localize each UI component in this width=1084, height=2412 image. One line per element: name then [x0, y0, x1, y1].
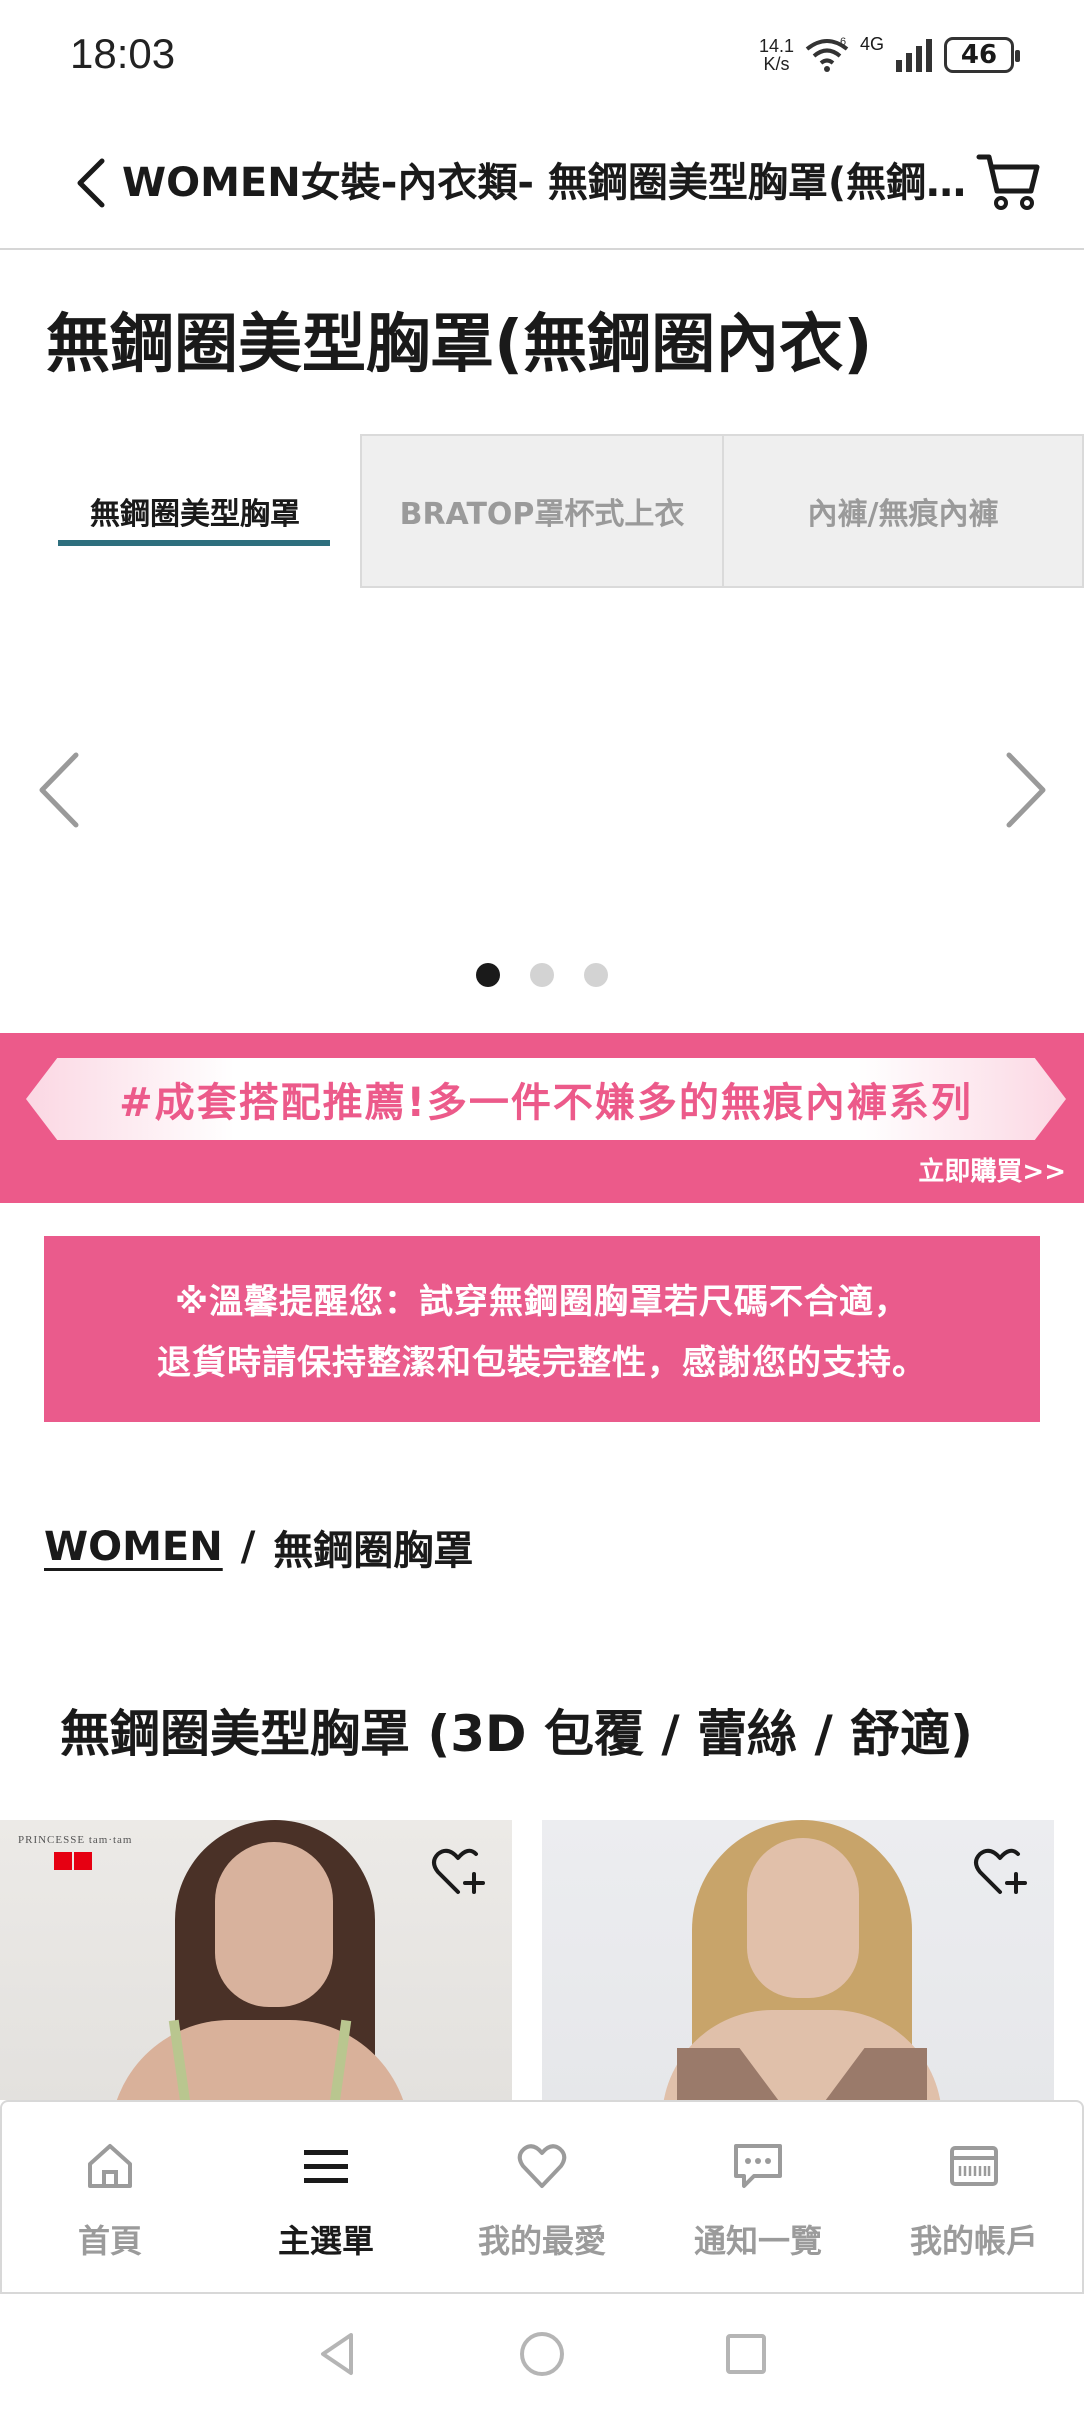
carousel-pagination	[0, 963, 1084, 987]
nav-account[interactable]: 我的帳戶	[866, 2102, 1082, 2292]
chevron-right-icon[interactable]	[995, 745, 1055, 835]
brand-logo: PRINCESSE tam·tam	[18, 1834, 138, 1882]
back-icon[interactable]	[64, 153, 120, 213]
network-speed-value: 14.1	[758, 36, 794, 56]
nav-label: 我的帳戶	[909, 2222, 1038, 2260]
tab-label: 內褲/無痕內褲	[807, 497, 999, 532]
status-bar: 18:03 14.1 K/s 6 4G 46	[0, 0, 1084, 115]
model-face	[747, 1838, 859, 1998]
promo-text: #成套搭配推薦!多一件不嫌多的無痕內褲系列	[119, 1080, 973, 1126]
nav-home[interactable]: 首頁	[2, 2102, 218, 2292]
section-heading: 無鋼圈美型胸罩 (3D 包覆 / 蕾絲 / 舒適)	[60, 1705, 973, 1763]
notice-box: ※溫馨提醒您：試穿無鋼圈胸罩若尺碼不合適， 退貨時請保持整潔和包裝完整性，感謝您…	[44, 1236, 1040, 1422]
network-type: 4G	[859, 34, 884, 54]
tab-wireless-bra[interactable]: 無鋼圈美型胸罩	[30, 434, 360, 588]
system-navigation-bar	[0, 2296, 1084, 2412]
menu-icon	[304, 2150, 348, 2183]
home-icon	[88, 2144, 132, 2188]
system-back-icon[interactable]	[311, 2327, 365, 2381]
promo-strip: #成套搭配推薦!多一件不嫌多的無痕內褲系列	[26, 1058, 1066, 1140]
uniqlo-logo-icon	[54, 1852, 138, 1870]
carousel-dot-2[interactable]	[530, 963, 554, 987]
notice-line-2: 退貨時請保持整潔和包裝完整性，感謝您的支持。	[157, 1343, 927, 1383]
bottom-navigation: 首頁 主選單 我的最愛 通知一覽 我的帳戶	[0, 2100, 1084, 2294]
status-indicators: 14.1 K/s 6 4G 46	[759, 30, 1020, 80]
product-card[interactable]: PRINCESSE tam·tam	[0, 1820, 512, 2100]
system-home-icon[interactable]	[515, 2327, 569, 2381]
chevron-left-icon[interactable]	[30, 745, 90, 835]
carousel-dot-3[interactable]	[584, 963, 608, 987]
category-tabs: 無鋼圈美型胸罩 BRATOP罩杯式上衣 內褲/無痕內褲	[0, 434, 1084, 588]
page-title: 無鋼圈美型胸罩(無鋼圈內衣)	[46, 308, 873, 382]
nav-notifications[interactable]: 通知一覽	[650, 2102, 866, 2292]
header-title: WOMEN女裝-內衣類- 無鋼圈美型胸罩(無鋼…	[122, 160, 967, 206]
nav-label: 我的最愛	[477, 2222, 606, 2260]
breadcrumb: WOMEN / 無鋼圈胸罩	[44, 1518, 473, 1576]
tab-label: 無鋼圈美型胸罩	[90, 497, 300, 532]
add-favorite-icon[interactable]	[430, 1844, 486, 1900]
nav-main-menu[interactable]: 主選單	[218, 2102, 434, 2292]
top-navigation-bar: WOMEN女裝-內衣類- 無鋼圈美型胸罩(無鋼…	[0, 115, 1084, 250]
system-recents-icon[interactable]	[719, 2327, 773, 2381]
nav-label: 首頁	[77, 2222, 142, 2260]
nav-favorites[interactable]: 我的最愛	[434, 2102, 650, 2292]
banner-carousel[interactable]	[0, 600, 1084, 1000]
account-card-icon	[950, 2146, 998, 2186]
network-speed: 14.1 K/s	[759, 37, 794, 73]
wifi-icon: 6	[805, 37, 849, 72]
promo-banner[interactable]: #成套搭配推薦!多一件不嫌多的無痕內褲系列 立即購買>>	[0, 1033, 1084, 1203]
carousel-dot-1[interactable]	[476, 963, 500, 987]
chat-icon	[734, 2144, 782, 2188]
svg-text:6: 6	[840, 37, 846, 48]
nav-label: 主選單	[277, 2222, 374, 2260]
breadcrumb-women-link[interactable]: WOMEN	[44, 1524, 223, 1570]
breadcrumb-separator: /	[240, 1524, 256, 1570]
breadcrumb-current: 無鋼圈胸罩	[273, 1528, 474, 1574]
tab-label: BRATOP罩杯式上衣	[399, 497, 685, 532]
cart-icon[interactable]	[975, 147, 1043, 215]
signal-icon	[896, 39, 932, 72]
battery-icon: 46	[944, 37, 1020, 73]
tab-bratop[interactable]: BRATOP罩杯式上衣	[360, 434, 724, 588]
notice-line-1: ※溫馨提醒您：試穿無鋼圈胸罩若尺碼不合適，	[174, 1282, 910, 1322]
nav-label: 通知一覽	[693, 2222, 822, 2260]
heart-icon	[517, 2144, 567, 2188]
promo-buy-now-link[interactable]: 立即購買>>	[918, 1151, 1066, 1188]
network-speed-unit: K/s	[763, 54, 790, 74]
model-face	[215, 1842, 333, 2007]
tab-active-indicator	[58, 540, 330, 546]
brand-name: PRINCESSE tam·tam	[18, 1834, 133, 1846]
tab-underwear[interactable]: 內褲/無痕內褲	[722, 434, 1084, 588]
product-card[interactable]	[542, 1820, 1054, 2100]
add-favorite-icon[interactable]	[972, 1844, 1028, 1900]
status-time: 18:03	[70, 30, 176, 77]
